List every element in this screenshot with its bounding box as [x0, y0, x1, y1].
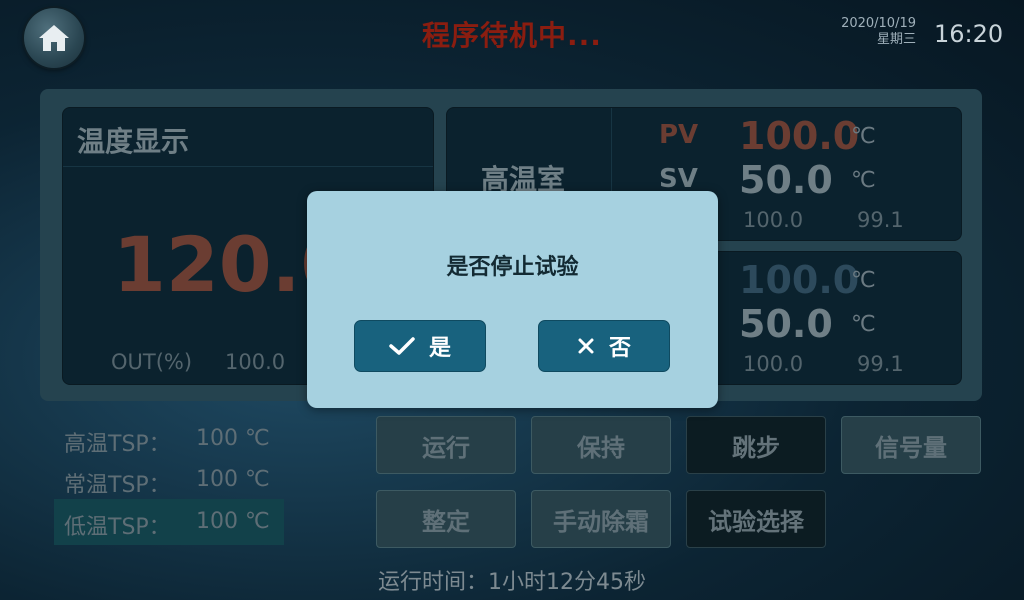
skip-button[interactable]: 跳步	[686, 416, 826, 474]
reading-b: 99.1	[857, 208, 904, 232]
hold-button[interactable]: 保持	[531, 416, 671, 474]
pv-value: 100.0	[739, 258, 860, 302]
sv-unit: ℃	[851, 312, 876, 337]
yes-label: 是	[428, 336, 451, 361]
no-label: 否	[608, 336, 631, 361]
sv-unit: ℃	[851, 168, 876, 193]
tsp-label: 常温TSP：	[64, 473, 171, 498]
tsp-normal[interactable]: 常温TSP： 100 ℃	[54, 457, 284, 503]
runtime-text: 运行时间：1小时12分45秒	[378, 570, 646, 595]
pv-unit: ℃	[851, 268, 876, 293]
out-value: 100.0	[225, 350, 286, 374]
check-icon	[389, 337, 415, 355]
stop-test-dialog: 是否停止试验 是 否	[307, 191, 718, 408]
test-select-button[interactable]: 试验选择	[686, 490, 826, 548]
out-label: OUT(%)	[111, 350, 193, 374]
signal-button[interactable]: 信号量	[841, 416, 981, 474]
run-button[interactable]: 运行	[376, 416, 516, 474]
tune-button[interactable]: 整定	[376, 490, 516, 548]
tsp-low[interactable]: 低温TSP： 100 ℃	[54, 499, 284, 545]
close-icon	[578, 338, 594, 354]
reading-a: 100.0	[743, 352, 804, 376]
tsp-value: 100 ℃	[196, 467, 270, 492]
temperature-card-title: 温度显示	[77, 125, 190, 158]
no-button[interactable]: 否	[538, 320, 670, 372]
sv-label: SV	[659, 164, 698, 194]
tsp-value: 100 ℃	[196, 509, 270, 534]
pv-value: 100.0	[739, 114, 860, 158]
dialog-message: 是否停止试验	[446, 255, 579, 280]
tsp-high[interactable]: 高温TSP： 100 ℃	[54, 416, 284, 462]
yes-button[interactable]: 是	[354, 320, 486, 372]
sv-value: 50.0	[739, 158, 833, 202]
defrost-button[interactable]: 手动除霜	[531, 490, 671, 548]
tsp-label: 高温TSP：	[64, 432, 171, 457]
reading-b: 99.1	[857, 352, 904, 376]
weekday-text: 星期三	[876, 32, 916, 47]
pv-label: PV	[659, 120, 699, 150]
tsp-value: 100 ℃	[196, 426, 270, 451]
pv-unit: ℃	[851, 124, 876, 149]
tsp-label: 低温TSP：	[64, 515, 171, 540]
sv-value: 50.0	[739, 302, 833, 346]
reading-a: 100.0	[743, 208, 804, 232]
date-display: 2020/10/19 星期三	[826, 16, 916, 48]
date-text: 2020/10/19	[841, 16, 916, 31]
clock: 16:20	[934, 20, 1004, 48]
